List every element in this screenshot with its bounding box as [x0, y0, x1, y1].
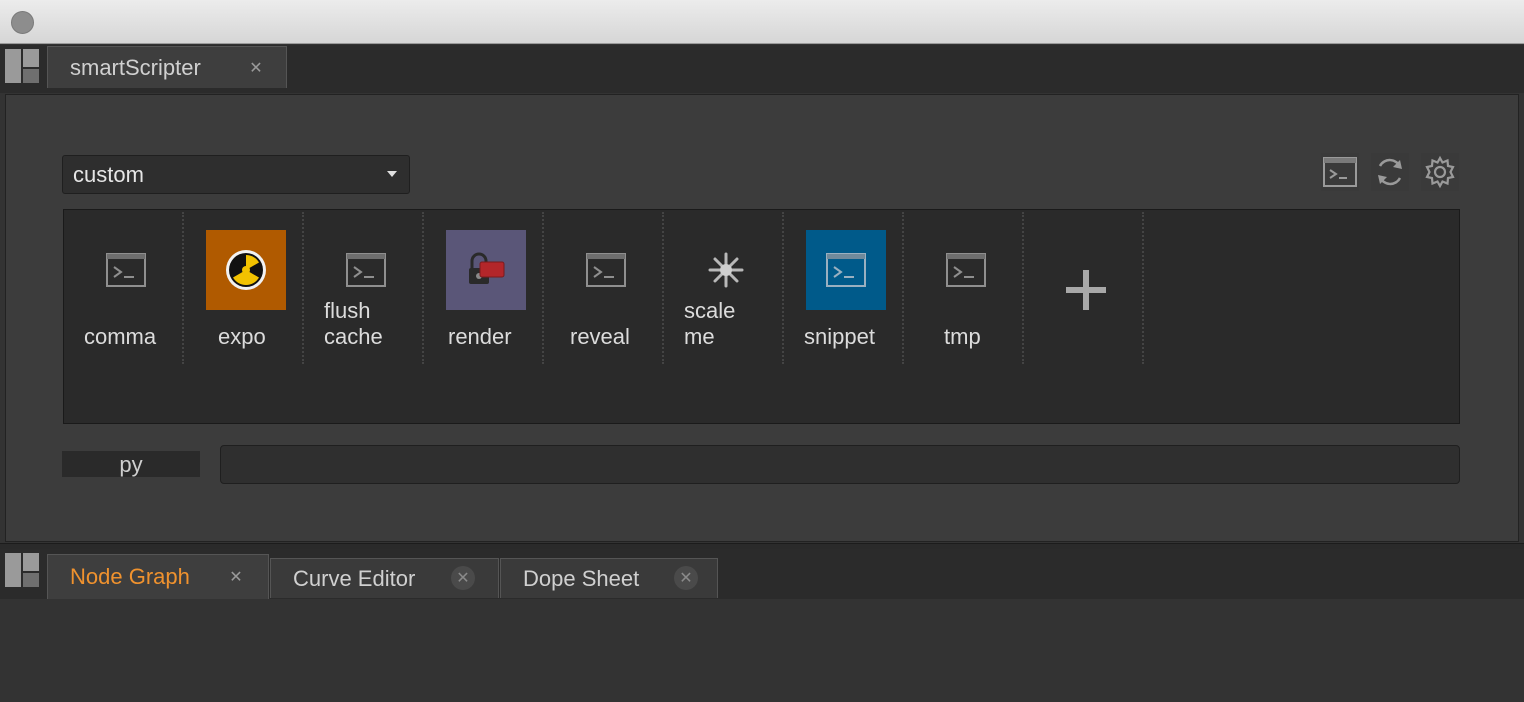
- terminal-icon: [346, 253, 386, 287]
- preset-dropdown[interactable]: custom: [62, 155, 410, 194]
- close-icon[interactable]: ✕: [244, 56, 268, 80]
- command-button-reveal[interactable]: reveal: [544, 212, 664, 364]
- pane-menu-grip-icon[interactable]: [5, 49, 39, 83]
- console-language-label: py: [62, 451, 200, 477]
- command-button-tmp[interactable]: tmp: [904, 212, 1024, 364]
- sparkle-icon: [708, 252, 744, 288]
- tab-curve-editor[interactable]: Curve Editor ✕: [270, 558, 499, 598]
- command-label: expo: [218, 324, 266, 349]
- tab-node-graph[interactable]: Node Graph ✕: [47, 554, 269, 599]
- pane-menu-grip-icon[interactable]: [5, 553, 39, 587]
- plus-icon: [1066, 270, 1106, 310]
- reload-button[interactable]: [1371, 153, 1409, 191]
- add-command-button[interactable]: [1024, 212, 1144, 364]
- close-icon[interactable]: ✕: [674, 566, 698, 590]
- tab-smartscripter[interactable]: smartScripter ✕: [47, 46, 287, 88]
- command-button-snippet[interactable]: snippet: [784, 212, 904, 364]
- top-tab-strip: smartScripter ✕: [0, 45, 1524, 93]
- command-label: cache: [324, 324, 383, 349]
- command-button-flush-cache[interactable]: flush cache: [304, 212, 424, 364]
- gear-icon: [1425, 155, 1455, 189]
- refresh-icon: [1378, 158, 1402, 186]
- command-button-render[interactable]: render: [424, 212, 544, 364]
- tab-label: smartScripter: [70, 54, 201, 80]
- command-label: scale: [684, 298, 736, 323]
- command-label: me: [684, 324, 715, 349]
- tab-dope-sheet[interactable]: Dope Sheet ✕: [500, 558, 718, 598]
- command-label: comma: [84, 324, 157, 349]
- terminal-icon: [826, 253, 866, 287]
- python-command-input[interactable]: [220, 445, 1460, 484]
- nuclear-icon: [226, 250, 266, 290]
- terminal-icon: [1323, 157, 1357, 187]
- tab-label: Dope Sheet: [523, 565, 640, 591]
- terminal-icon: [586, 253, 626, 287]
- command-button-expo[interactable]: expo: [184, 212, 304, 364]
- command-button-scale-me[interactable]: scale me: [664, 212, 784, 364]
- chevron-down-icon: [387, 171, 397, 177]
- bottom-tab-strip: Node Graph ✕ Curve Editor ✕ Dope Sheet ✕: [0, 549, 1524, 599]
- command-label: render: [448, 324, 512, 349]
- command-label: flush: [324, 298, 371, 323]
- command-button-comma[interactable]: comma: [64, 212, 184, 364]
- window-title-bar: [0, 0, 1524, 44]
- close-icon[interactable]: ✕: [224, 565, 248, 589]
- tab-label: Node Graph: [70, 564, 190, 589]
- settings-button[interactable]: [1421, 153, 1459, 191]
- render-lock-icon: [469, 252, 505, 284]
- close-icon[interactable]: ✕: [451, 566, 475, 590]
- tab-label: Curve Editor: [293, 565, 416, 591]
- command-label: tmp: [944, 324, 981, 349]
- script-editor-button[interactable]: [1321, 153, 1359, 191]
- preset-value: custom: [73, 161, 144, 187]
- node-graph-canvas[interactable]: [0, 600, 1524, 702]
- terminal-icon: [106, 253, 146, 287]
- command-label: snippet: [804, 324, 875, 349]
- terminal-icon: [946, 253, 986, 287]
- window-close-button[interactable]: [11, 11, 34, 34]
- command-label: reveal: [570, 324, 630, 349]
